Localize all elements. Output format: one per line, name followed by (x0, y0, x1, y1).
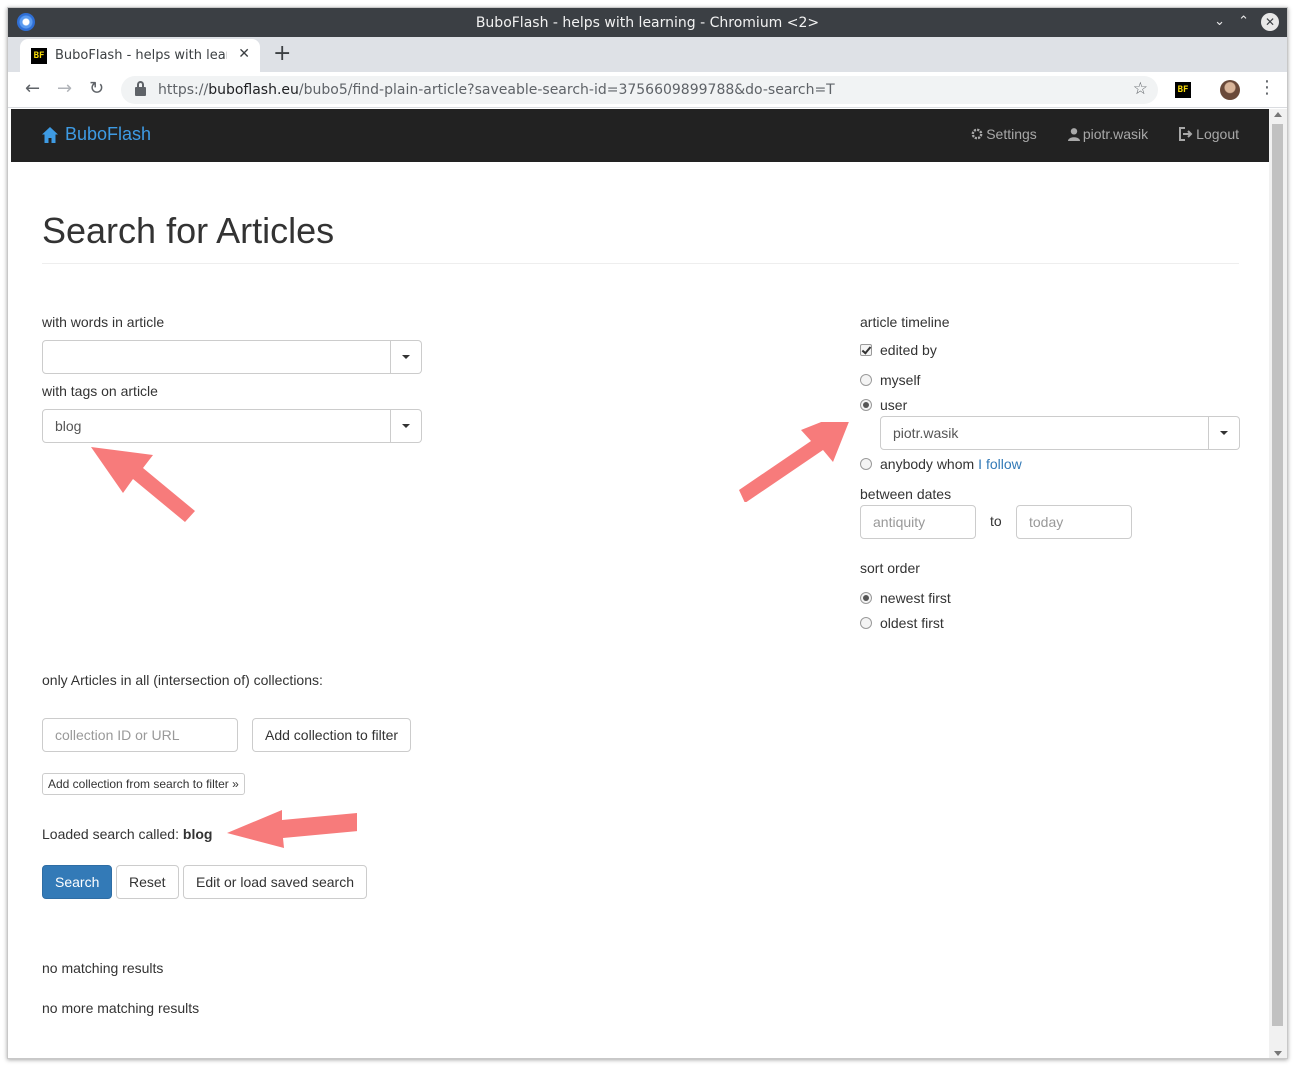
browser-window: BuboFlash - helps with learning - Chromi… (7, 7, 1288, 1059)
anybody-label: anybody whom (880, 456, 975, 472)
words-input[interactable] (42, 340, 391, 374)
tab-strip: BF BuboFlash - helps with learning ✕ + (8, 37, 1287, 72)
words-dropdown-button[interactable] (391, 340, 422, 374)
oldest-first-label: oldest first (880, 615, 944, 631)
logout-link[interactable]: Logout (1178, 126, 1239, 142)
edited-by-check-icon (860, 344, 872, 356)
reset-button[interactable]: Reset (116, 865, 179, 899)
scroll-up-icon[interactable] (1274, 112, 1282, 117)
site-navbar: BuboFlash Settings piotr.wasik Logout (11, 109, 1269, 162)
timeline-label: article timeline (860, 314, 950, 330)
annotation-arrow-user (739, 422, 849, 502)
settings-label: Settings (986, 126, 1037, 142)
newest-first-label: newest first (880, 590, 951, 606)
maximize-icon[interactable]: ⌃ (1238, 12, 1249, 32)
window-title: BuboFlash - helps with learning - Chromi… (475, 14, 820, 31)
no-more-results-text: no more matching results (42, 1000, 200, 1016)
browser-tab[interactable]: BF BuboFlash - helps with learning ✕ (20, 39, 260, 72)
to-date-input[interactable]: today (1016, 505, 1132, 539)
brand-link[interactable]: BuboFlash (41, 124, 151, 145)
user-label: piotr.wasik (1082, 126, 1149, 142)
buboflash-extension-icon[interactable]: BF (1175, 82, 1191, 98)
to-label: to (990, 513, 1002, 529)
url-path: /bubo5/find-plain-article?saveable-searc… (298, 82, 835, 98)
menu-kebab-icon[interactable]: ⋮ (1258, 78, 1276, 98)
i-follow-link[interactable]: I follow (978, 456, 1022, 472)
add-collection-button[interactable]: Add collection to filter (252, 718, 412, 752)
loaded-search-name: blog (182, 826, 213, 842)
tags-dropdown-button[interactable] (391, 409, 422, 443)
gear-icon (971, 128, 983, 140)
page-viewport: BuboFlash Settings piotr.wasik Logout Se… (11, 109, 1269, 1058)
user-radio-label: user (880, 397, 908, 413)
oldest-first-radio[interactable]: oldest first (860, 615, 944, 631)
loaded-search-prefix: Loaded search called: (42, 826, 179, 842)
myself-label: myself (880, 372, 921, 388)
oldest-first-radio-dot (860, 617, 872, 629)
logout-label: Logout (1196, 126, 1239, 142)
annotation-arrow-loaded-search (227, 810, 357, 848)
collection-input[interactable]: collection ID or URL (42, 718, 238, 752)
sort-order-label: sort order (860, 560, 920, 576)
user-radio[interactable]: user (860, 397, 907, 413)
myself-radio[interactable]: myself (860, 372, 920, 388)
annotation-arrow-tags (91, 447, 195, 522)
title-bar: BuboFlash - helps with learning - Chromi… (8, 8, 1287, 37)
page-scrollbar[interactable] (1269, 109, 1287, 1058)
user-input[interactable]: piotr.wasik (880, 416, 1209, 450)
anybody-radio-dot (860, 458, 872, 470)
search-button[interactable]: Search (42, 865, 113, 899)
browser-toolbar: ← → ↻ https://buboflash.eu/bubo5/find-pl… (8, 72, 1287, 108)
newest-first-radio[interactable]: newest first (860, 590, 951, 606)
edited-by-label: edited by (880, 342, 937, 358)
forward-icon[interactable]: → (57, 79, 72, 99)
tab-title: BuboFlash - helps with learning (55, 48, 227, 63)
user-radio-dot (860, 399, 872, 411)
back-icon[interactable]: ← (25, 79, 40, 99)
url-host: buboflash.eu (208, 82, 299, 98)
page-title: Search for Articles (42, 210, 335, 251)
user-icon (1067, 128, 1080, 141)
settings-link[interactable]: Settings (970, 126, 1037, 142)
bookmark-star-icon[interactable]: ☆ (1133, 79, 1148, 99)
address-bar[interactable]: https://buboflash.eu/bubo5/find-plain-ar… (121, 76, 1158, 104)
new-tab-icon[interactable]: + (273, 43, 291, 65)
tags-label: with tags on article (42, 383, 158, 399)
no-results-text: no matching results (42, 960, 164, 976)
myself-radio-dot (860, 374, 872, 386)
edited-by-checkbox[interactable]: edited by (860, 342, 937, 358)
url-scheme: https:// (158, 82, 209, 98)
collection-placeholder: collection ID or URL (55, 727, 180, 743)
add-collection-from-search-button[interactable]: Add collection from search to filter » (42, 773, 245, 795)
reload-icon[interactable]: ↻ (89, 79, 104, 99)
tab-close-icon[interactable]: ✕ (238, 46, 250, 62)
between-dates-label: between dates (860, 486, 952, 502)
tags-input[interactable]: blog (42, 409, 391, 443)
edit-load-saved-search-button[interactable]: Edit or load saved search (183, 865, 367, 899)
chromium-icon (17, 13, 35, 31)
page-content: Search for Articles with words in articl… (11, 162, 1269, 1058)
scroll-down-icon[interactable] (1274, 1051, 1282, 1056)
home-icon (42, 126, 58, 143)
user-dropdown-button[interactable] (1209, 416, 1240, 450)
newest-first-radio-dot (860, 592, 872, 604)
user-link[interactable]: piotr.wasik (1067, 126, 1148, 142)
from-date-input[interactable]: antiquity (860, 505, 976, 539)
words-label: with words in article (42, 314, 165, 330)
anybody-radio[interactable]: anybody whom I follow (860, 456, 1022, 472)
logout-icon (1179, 127, 1193, 141)
minimize-icon[interactable]: ⌄ (1214, 12, 1225, 32)
title-divider (42, 263, 1239, 264)
brand-text: BuboFlash (65, 124, 152, 144)
collections-label: only Articles in all (intersection of) c… (42, 672, 323, 688)
window-close-icon[interactable]: ✕ (1261, 13, 1279, 31)
scrollbar-thumb[interactable] (1272, 124, 1283, 1026)
buboflash-favicon-icon: BF (31, 47, 47, 64)
to-date-placeholder: today (1029, 514, 1064, 530)
loaded-search-text: Loaded search called: blog (42, 826, 212, 842)
profile-avatar[interactable] (1220, 80, 1240, 100)
from-date-placeholder: antiquity (873, 514, 926, 530)
lock-icon (135, 81, 146, 96)
